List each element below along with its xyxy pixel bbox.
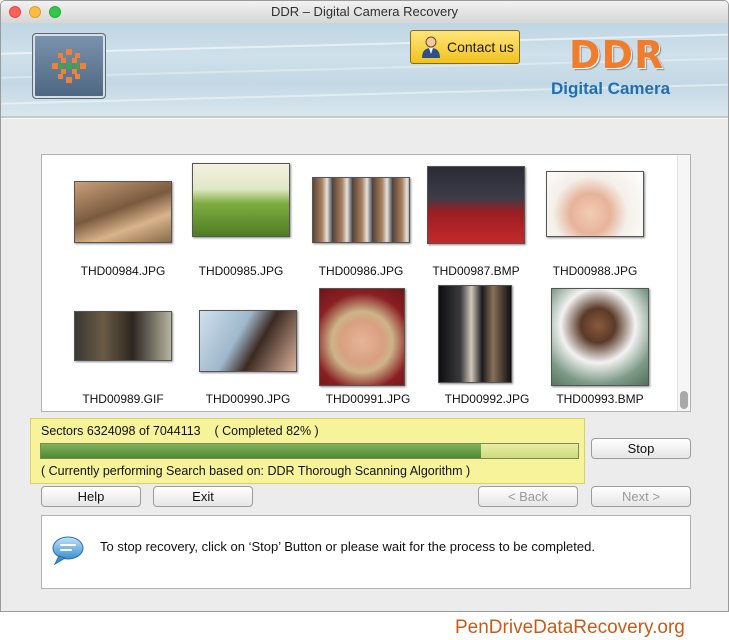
file-name: THD00992.JPG <box>444 392 530 406</box>
progress-bar-fill <box>41 444 482 458</box>
app-logo-icon <box>32 33 106 99</box>
photo-dog-on-grass <box>192 163 290 237</box>
photo-woman-smiling <box>199 310 297 372</box>
title-bar[interactable]: DDR – Digital Camera Recovery <box>1 1 728 24</box>
speech-bubble-icon <box>52 536 84 565</box>
scrollbar-thumb[interactable] <box>680 391 688 409</box>
contact-us-label: Contact us <box>447 39 514 55</box>
file-name: THD00988.JPG <box>552 264 638 278</box>
vertical-scrollbar[interactable] <box>677 155 690 411</box>
file-name: THD00990.JPG <box>205 392 291 406</box>
file-name: THD00987.BMP <box>432 264 520 278</box>
header-divider <box>1 116 728 119</box>
next-button[interactable]: Next > <box>591 486 691 507</box>
scan-progress-panel: Sectors 6324098 of 7044113 ( Completed 8… <box>30 418 585 484</box>
algorithm-status: ( Currently performing Search based on: … <box>41 464 471 478</box>
file-name: THD00986.JPG <box>318 264 404 278</box>
file-name: THD00984.JPG <box>80 264 166 278</box>
recovered-files-panel[interactable]: THD00984.JPG THD00985.JPG THD00986.JPG T… <box>41 154 691 412</box>
window-title: DDR – Digital Camera Recovery <box>270 4 459 19</box>
photo-man-sunglasses <box>551 288 649 386</box>
brand-name: DDR <box>569 33 665 77</box>
info-message-text: To stop recovery, click on ‘Stop’ Button… <box>100 539 595 554</box>
stop-button[interactable]: Stop <box>591 438 691 459</box>
info-message-box: To stop recovery, click on ‘Stop’ Button… <box>41 515 691 589</box>
brand-subtitle: Digital Camera <box>551 79 671 98</box>
back-button[interactable]: < Back <box>478 486 578 507</box>
sectors-status: Sectors 6324098 of 7044113 ( Completed 8… <box>41 424 319 438</box>
header-banner: Contact us DDR Digital Camera <box>1 23 728 116</box>
file-name: THD00989.GIF <box>82 392 164 406</box>
photo-man-in-suit <box>74 311 172 361</box>
progress-bar <box>40 443 579 459</box>
photo-red-carpet <box>427 166 525 244</box>
website-link[interactable]: PenDriveDataRecovery.org <box>455 617 685 639</box>
help-button[interactable]: Help <box>41 486 141 507</box>
photo-baby-in-hat <box>546 171 644 237</box>
person-icon <box>422 36 440 58</box>
exit-button[interactable]: Exit <box>153 486 253 507</box>
file-name: THD00985.JPG <box>198 264 284 278</box>
file-name: THD00993.BMP <box>556 392 644 406</box>
photo-woman-seated <box>74 181 172 243</box>
contact-us-button[interactable]: Contact us <box>410 30 520 64</box>
file-name: THD00991.JPG <box>325 392 411 406</box>
photo-woman-portrait <box>319 288 405 386</box>
photo-couple-night <box>438 285 512 383</box>
photo-group <box>312 177 410 243</box>
app-window: DDR – Digital Camera Recovery Contact us… <box>0 0 729 612</box>
